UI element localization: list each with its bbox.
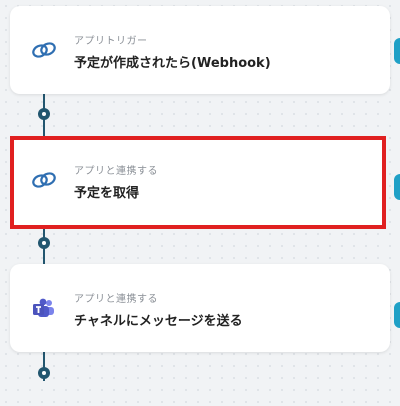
flow-step-send-message[interactable]: アプリと連携する チャネルにメッセージを送る bbox=[10, 264, 390, 352]
add-step-node-3[interactable] bbox=[38, 367, 50, 379]
teams-icon bbox=[30, 298, 58, 318]
flow-step-trigger[interactable]: アプリトリガー 予定が作成されたら(Webhook) bbox=[10, 6, 390, 94]
step-type-label: アプリトリガー bbox=[74, 36, 148, 47]
step-type-label: アプリと連携する bbox=[74, 166, 158, 177]
edge-handle-3[interactable] bbox=[394, 302, 400, 328]
step-type-label: アプリと連携する bbox=[74, 294, 158, 305]
chain-link-icon bbox=[30, 40, 58, 60]
step-title: 予定が作成されたら(Webhook) bbox=[74, 56, 271, 71]
add-step-node-1[interactable] bbox=[38, 108, 50, 120]
edge-handle-2[interactable] bbox=[394, 174, 400, 200]
step-title: チャネルにメッセージを送る bbox=[74, 314, 243, 329]
step-title: 予定を取得 bbox=[74, 186, 140, 201]
chain-link-icon bbox=[30, 170, 58, 190]
edge-handle-1[interactable] bbox=[394, 38, 400, 64]
add-step-node-2[interactable] bbox=[38, 237, 50, 249]
flow-step-get-event[interactable]: アプリと連携する 予定を取得 bbox=[10, 136, 386, 229]
